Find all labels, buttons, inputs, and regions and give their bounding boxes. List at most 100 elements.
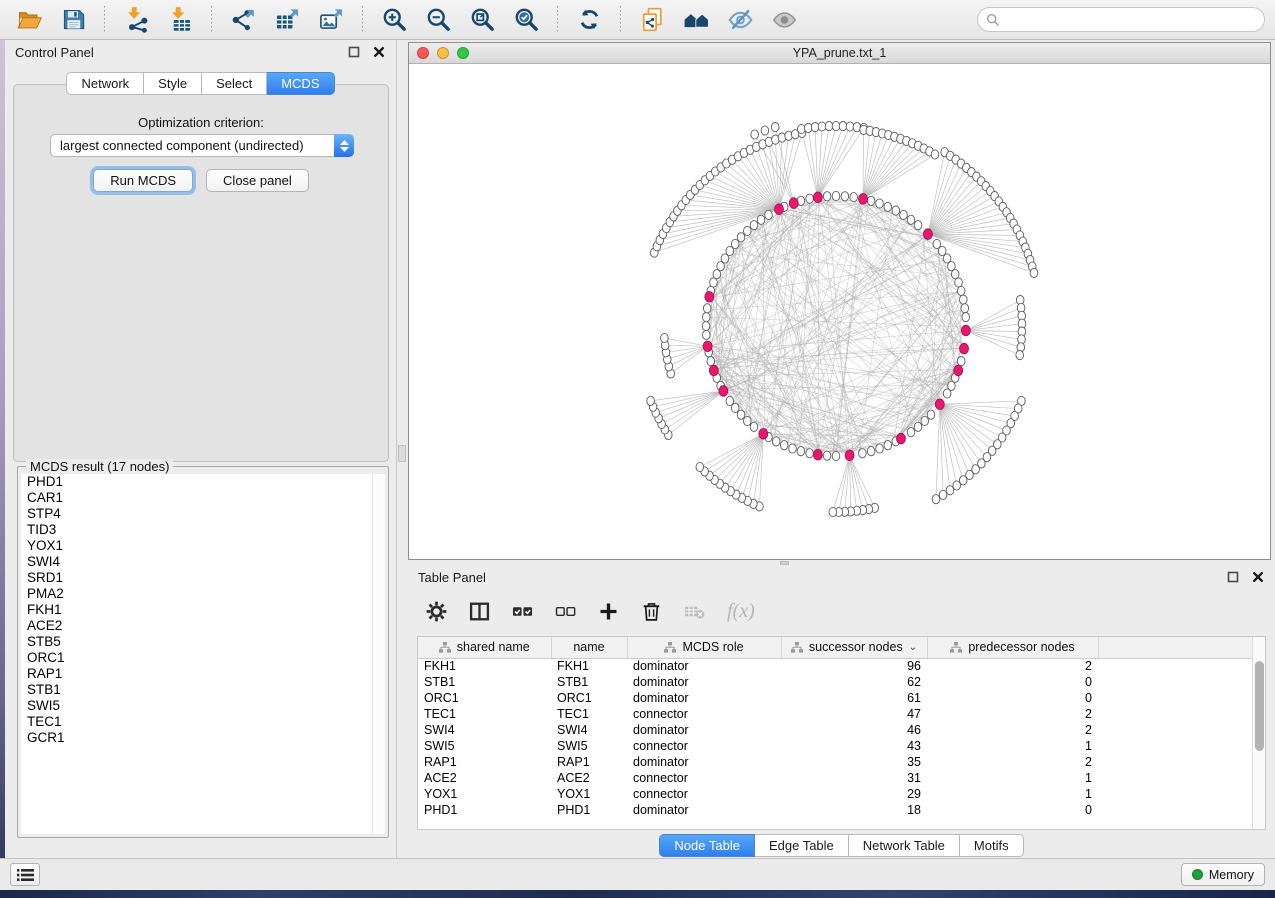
table-row[interactable]: RAP1RAP1dominator352	[418, 754, 1253, 770]
mcds-result-item[interactable]: STP4	[21, 506, 385, 522]
table-cell-filler	[1098, 738, 1253, 754]
table-panel-title: Table Panel	[418, 570, 486, 585]
mcds-result-list[interactable]: PHD1CAR1STP4TID3YOX1SWI4SRD1PMA2FKH1ACE2…	[21, 474, 385, 834]
float-panel-icon[interactable]	[1227, 571, 1240, 584]
combo-stepper-icon	[334, 134, 354, 157]
refresh-icon[interactable]	[570, 3, 608, 37]
mcds-result-item[interactable]: YOX1	[21, 538, 385, 554]
save-session-icon[interactable]	[54, 3, 92, 37]
mcds-result-item[interactable]: CAR1	[21, 490, 385, 506]
splitter-handle[interactable]	[780, 561, 789, 565]
main-toolbar	[0, 0, 1275, 40]
search-box[interactable]	[977, 7, 1265, 32]
table-row[interactable]: ORC1ORC1dominator610	[418, 690, 1253, 706]
toggle-columns-icon[interactable]	[469, 598, 490, 624]
status-menu-button[interactable]	[10, 863, 40, 886]
tab-mcds[interactable]: MCDS	[267, 72, 334, 95]
table-row[interactable]: SWI4SWI4dominator462	[418, 722, 1253, 738]
tab-select[interactable]: Select	[202, 72, 267, 95]
mcds-result-item[interactable]: PHD1	[21, 474, 385, 490]
mcds-result-item[interactable]: RAP1	[21, 666, 385, 682]
column-header-MCDS-role[interactable]: MCDS role	[627, 637, 781, 658]
zoom-selected-icon[interactable]	[507, 3, 545, 37]
vertical-splitter[interactable]	[397, 40, 408, 858]
column-settings-icon[interactable]	[426, 598, 447, 624]
select-all-columns-icon[interactable]	[512, 598, 533, 624]
mcds-result-item[interactable]: SRD1	[21, 570, 385, 586]
splitter-handle[interactable]	[398, 445, 406, 462]
import-network-icon[interactable]	[117, 3, 155, 37]
mcds-result-item[interactable]: GCR1	[21, 730, 385, 746]
table-cell: ORC1	[418, 690, 551, 706]
table-cell: 29	[781, 786, 927, 802]
optimization-criterion-label: Optimization criterion:	[14, 115, 388, 130]
scrollbar-thumb[interactable]	[1255, 661, 1264, 751]
table-scrollbar[interactable]	[1252, 637, 1265, 829]
export-network-icon[interactable]	[224, 3, 262, 37]
table-row[interactable]: PHD1PHD1dominator180	[418, 802, 1253, 818]
table-row[interactable]: FKH1FKH1dominator962	[418, 658, 1253, 674]
tab-edge-table[interactable]: Edge Table	[755, 834, 849, 857]
search-input[interactable]	[1005, 12, 1256, 27]
mcds-result-item[interactable]: STB1	[21, 682, 385, 698]
mcds-result-item[interactable]: ACE2	[21, 618, 385, 634]
column-header-shared-name[interactable]: shared name	[418, 637, 551, 658]
zoom-out-icon[interactable]	[419, 3, 457, 37]
delete-column-icon[interactable]	[641, 598, 662, 624]
mcds-result-item[interactable]: TID3	[21, 522, 385, 538]
table-cell: dominator	[627, 802, 781, 818]
table-row[interactable]: ACE2ACE2connector311	[418, 770, 1253, 786]
copy-network-icon[interactable]	[633, 3, 671, 37]
column-header-predecessor-nodes[interactable]: predecessor nodes	[927, 637, 1098, 658]
zoom-in-icon[interactable]	[375, 3, 413, 37]
table-row[interactable]: TEC1TEC1connector472	[418, 706, 1253, 722]
memory-button[interactable]: Memory	[1181, 863, 1265, 886]
run-mcds-button[interactable]: Run MCDS	[93, 169, 193, 192]
table-cell: SWI5	[418, 738, 551, 754]
mcds-list-scrollbar[interactable]	[372, 474, 385, 834]
table-row[interactable]: SWI5SWI5connector431	[418, 738, 1253, 754]
import-table-icon[interactable]	[161, 3, 199, 37]
mcds-result-item[interactable]: FKH1	[21, 602, 385, 618]
table-row[interactable]: YOX1YOX1connector291	[418, 786, 1253, 802]
add-column-icon[interactable]	[598, 598, 619, 624]
toolbar-separator	[104, 6, 105, 34]
table-cell: dominator	[627, 658, 781, 674]
control-panel-header: Control Panel	[5, 40, 396, 64]
optimization-criterion-select[interactable]: largest connected component (undirected)	[50, 134, 354, 157]
table-cell: 61	[781, 690, 927, 706]
tab-style[interactable]: Style	[144, 72, 202, 95]
export-table-icon[interactable]	[268, 3, 306, 37]
close-panel-icon[interactable]	[1252, 571, 1265, 584]
open-file-icon[interactable]	[10, 3, 48, 37]
zoom-fit-icon[interactable]	[463, 3, 501, 37]
close-panel-icon[interactable]	[373, 46, 386, 59]
network-window-titlebar[interactable]: YPA_prune.txt_1	[409, 43, 1270, 64]
table-cell-filler	[1098, 786, 1253, 802]
table-cell: 46	[781, 722, 927, 738]
mcds-result-item[interactable]: ORC1	[21, 650, 385, 666]
mcds-result-item[interactable]: SWI5	[21, 698, 385, 714]
tab-motifs[interactable]: Motifs	[960, 834, 1024, 857]
column-header-successor-nodes[interactable]: successor nodes⌄	[781, 637, 927, 658]
export-image-icon[interactable]	[312, 3, 350, 37]
first-neighbors-icon[interactable]	[677, 3, 715, 37]
mcds-result-item[interactable]: STB5	[21, 634, 385, 650]
column-header-name[interactable]: name	[551, 637, 627, 658]
table-row[interactable]: STB1STB1dominator620	[418, 674, 1253, 690]
mcds-result-item[interactable]: TEC1	[21, 714, 385, 730]
table-cell-filler	[1098, 706, 1253, 722]
deselect-all-columns-icon[interactable]	[555, 598, 576, 624]
table-cell: SWI5	[551, 738, 627, 754]
hide-selected-icon[interactable]	[721, 3, 759, 37]
close-panel-button[interactable]: Close panel	[206, 169, 309, 192]
mcds-result-item[interactable]: SWI4	[21, 554, 385, 570]
tab-network-table[interactable]: Network Table	[849, 834, 960, 857]
mcds-result-item[interactable]: PMA2	[21, 586, 385, 602]
table-cell: ACE2	[418, 770, 551, 786]
float-panel-icon[interactable]	[348, 46, 361, 59]
control-panel-title: Control Panel	[15, 45, 94, 60]
network-canvas[interactable]	[409, 64, 1270, 559]
tab-network[interactable]: Network	[66, 72, 144, 95]
tab-node-table[interactable]: Node Table	[659, 834, 755, 857]
